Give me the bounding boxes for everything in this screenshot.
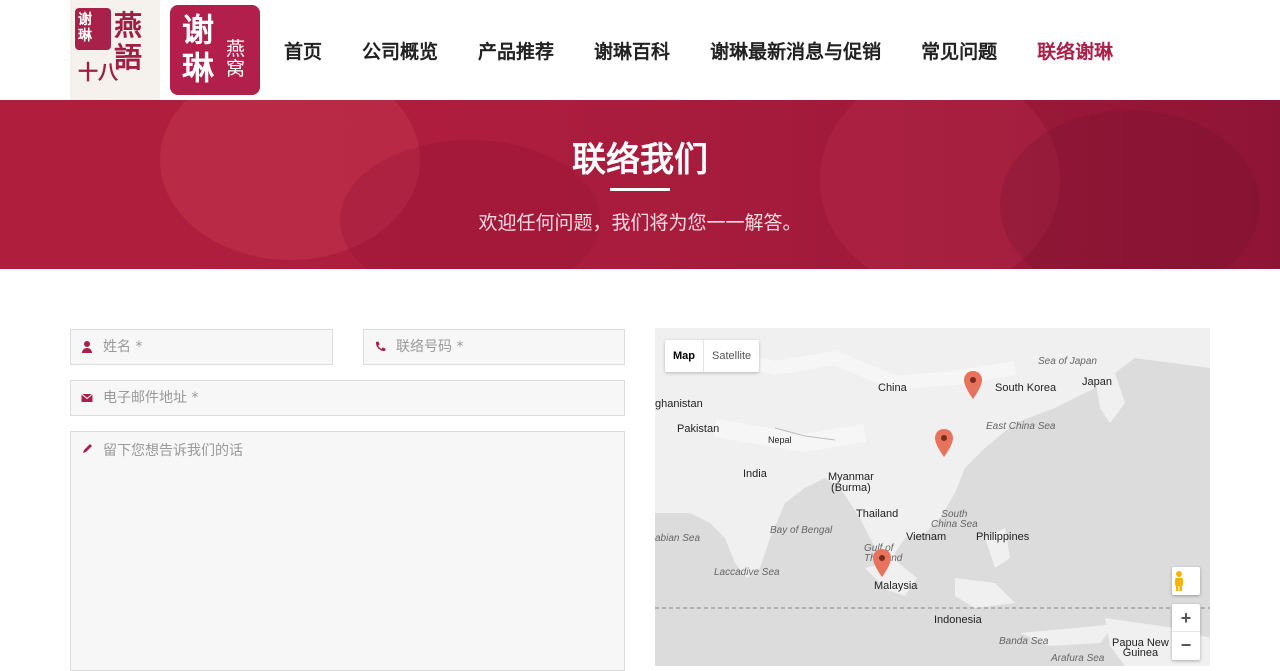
- phone-field: [363, 329, 625, 365]
- map-label-bay-of-bengal: Bay of Bengal: [770, 525, 833, 536]
- title-underline: [610, 188, 670, 191]
- map-label-arafura-sea: Arafura Sea: [1051, 653, 1105, 664]
- map-label-japan: Japan: [1082, 376, 1112, 388]
- map-label-afghanistan: ghanistan: [655, 398, 703, 410]
- phone-icon: [374, 340, 386, 354]
- brand-logo-xielin-tag: 燕 窝: [226, 38, 246, 80]
- map-label-south-china-sea: South China Sea: [931, 509, 978, 530]
- site-header: 谢 琳 燕語 十八 谢 琳 燕 窝 首页 公司概览 产品推荐 谢琳百科 谢琳最新…: [0, 0, 1280, 100]
- map-label-papua-new-guinea: Papua New Guinea: [1112, 637, 1169, 659]
- map-label-pakistan: Pakistan: [677, 423, 720, 435]
- badge-char-1: 谢: [78, 12, 92, 28]
- message-field: [70, 431, 625, 671]
- street-view-pegman-icon[interactable]: [1172, 567, 1200, 595]
- nav-item-faq[interactable]: 常见问题: [921, 37, 997, 64]
- envelope-icon: [81, 391, 93, 405]
- nav-item-contact[interactable]: 联络谢琳: [1037, 37, 1113, 64]
- map-label-china: China: [878, 382, 907, 394]
- name-field: [70, 329, 333, 365]
- location-map[interactable]: Map Satellite China South Korea Japan Se…: [655, 328, 1210, 666]
- map-label-south-korea: South Korea: [995, 382, 1057, 394]
- page-subtitle: 欢迎任何问题，我们将为您一一解答。: [478, 212, 802, 234]
- map-label-thailand: Thailand: [856, 508, 899, 520]
- map-label-sea-of-japan: Sea of Japan: [1038, 356, 1097, 367]
- zoom-in-button[interactable]: +: [1172, 604, 1200, 632]
- map-label-myanmar: Myanmar (Burma): [828, 471, 874, 494]
- map-type-satellite-button[interactable]: Satellite: [704, 340, 759, 372]
- phone-input[interactable]: [396, 330, 618, 364]
- map-label-philippines: Philippines: [976, 531, 1030, 543]
- email-field: [70, 380, 625, 416]
- page-title: 联络我们: [572, 140, 708, 180]
- brand-logo-xielin[interactable]: 谢 琳 燕 窝: [170, 5, 260, 95]
- pencil-icon: [81, 442, 93, 456]
- nav-item-encyclopedia[interactable]: 谢琳百科: [594, 37, 670, 64]
- map-label-india: India: [743, 468, 767, 480]
- location-pin-icon[interactable]: [933, 428, 955, 458]
- email-input[interactable]: [103, 381, 618, 415]
- map-label-banda-sea: Banda Sea: [999, 636, 1049, 647]
- location-pin-icon[interactable]: [962, 370, 984, 400]
- map-type-map-button[interactable]: Map: [665, 340, 704, 372]
- main-nav: 首页 公司概览 产品推荐 谢琳百科 谢琳最新消息与促销 常见问题 联络谢琳: [284, 0, 1153, 100]
- brand-logo-name: 燕語: [114, 9, 143, 74]
- page-banner: 联络我们 欢迎任何问题，我们将为您一一解答。: [0, 100, 1280, 269]
- user-icon: [81, 340, 93, 354]
- zoom-out-button[interactable]: −: [1172, 632, 1200, 660]
- message-textarea[interactable]: [103, 440, 618, 660]
- map-label-vietnam: Vietnam: [906, 531, 947, 543]
- brand-logo-badge: 谢 琳: [75, 8, 111, 50]
- logo-char-2: 琳: [182, 49, 215, 87]
- map-label-malaysia: Malaysia: [874, 580, 918, 592]
- map-label-indonesia: Indonesia: [934, 614, 982, 626]
- map-terrain: [655, 328, 1210, 666]
- nav-item-home[interactable]: 首页: [284, 37, 322, 64]
- map-label-east-china-sea: East China Sea: [986, 421, 1056, 432]
- logo-char-1: 谢: [182, 11, 215, 49]
- map-type-toggle: Map Satellite: [665, 340, 760, 372]
- name-input[interactable]: [103, 330, 326, 364]
- nav-item-products[interactable]: 产品推荐: [478, 37, 554, 64]
- nav-item-news-promotions[interactable]: 谢琳最新消息与促销: [710, 37, 881, 64]
- map-label-laccadive-sea: Laccadive Sea: [714, 567, 780, 578]
- brand-logo-yanyu[interactable]: 谢 琳 燕語 十八: [70, 0, 160, 100]
- badge-char-2: 琳: [78, 28, 92, 44]
- brand-logo-subname: 十八: [78, 60, 118, 84]
- location-pin-icon[interactable]: [871, 548, 893, 578]
- map-label-nepal: Nepal: [768, 435, 792, 445]
- zoom-controls: + −: [1172, 604, 1200, 660]
- map-label-arabian-sea: abian Sea: [655, 533, 701, 544]
- brand-logo-xielin-name: 谢 琳: [182, 11, 214, 87]
- nav-item-company-overview[interactable]: 公司概览: [362, 37, 438, 64]
